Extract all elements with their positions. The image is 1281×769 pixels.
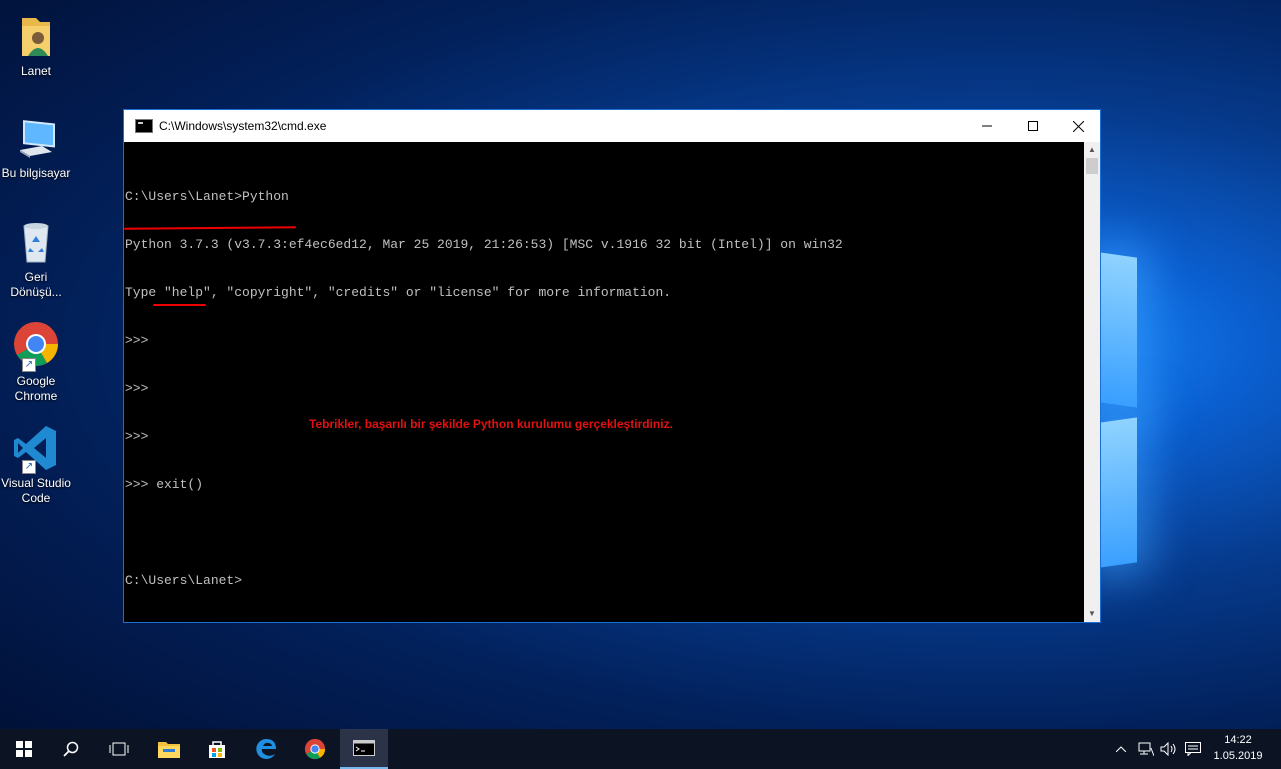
network-icon <box>1138 742 1154 756</box>
notification-icon <box>1185 742 1201 756</box>
desktop-icon-user-folder[interactable]: Lanet <box>0 12 72 79</box>
clock-time: 14:22 <box>1224 734 1252 746</box>
store-icon <box>209 741 225 758</box>
start-button[interactable] <box>0 729 48 769</box>
chrome-icon: ↗ <box>12 322 60 372</box>
console-line: Type "help", "copyright", "credits" or "… <box>125 285 672 300</box>
desktop-icon-recycle-bin[interactable]: Geri Dönüşü... <box>0 218 72 300</box>
desktop-icon-label: Lanet <box>20 64 52 78</box>
computer-icon <box>12 114 60 162</box>
desktop-icon-chrome[interactable]: ↗ Google Chrome <box>0 322 72 404</box>
window-title: C:\Windows\system32\cmd.exe <box>159 119 327 133</box>
vertical-scrollbar[interactable]: ▲ ▼ <box>1084 142 1100 622</box>
scroll-up-icon[interactable]: ▲ <box>1084 142 1100 158</box>
desktop-icon-label: Google Chrome <box>14 374 58 403</box>
show-hidden-icons-button[interactable] <box>1112 729 1130 769</box>
cmd-window[interactable]: C:\Windows\system32\cmd.exe C:\Users\Lan… <box>123 109 1101 623</box>
taskbar: 14:22 1.05.2019 <box>0 729 1281 769</box>
taskbar-store[interactable] <box>193 729 241 769</box>
success-annotation: Tebrikler, başarılı bir şekilde Python k… <box>309 417 673 431</box>
user-folder-icon <box>12 12 60 60</box>
chevron-up-icon <box>1116 746 1126 752</box>
console-line: Python 3.7.3 (v3.7.3:ef4ec6ed12, Mar 25 … <box>125 237 843 252</box>
close-icon <box>1072 120 1084 132</box>
search-icon <box>63 741 79 757</box>
chrome-icon <box>304 738 326 760</box>
volume-icon <box>1160 742 1176 756</box>
network-button[interactable] <box>1134 729 1158 769</box>
maximize-icon <box>1028 121 1038 131</box>
console-line: >>> <box>125 381 149 396</box>
windows-logo-wallpaper <box>1100 252 1140 568</box>
action-center-button[interactable] <box>1182 729 1204 769</box>
taskbar-clock[interactable]: 14:22 1.05.2019 <box>1208 732 1268 764</box>
vscode-icon: ↗ <box>12 424 60 474</box>
shortcut-arrow-icon: ↗ <box>22 460 36 474</box>
cmd-icon <box>353 740 375 756</box>
console-line: C:\Users\Lanet>Python <box>125 189 289 204</box>
console-output[interactable]: C:\Users\Lanet>Python Python 3.7.3 (v3.7… <box>123 142 1084 622</box>
exit-underline-annotation <box>153 304 206 306</box>
version-underline-annotation <box>123 226 297 230</box>
taskbar-file-explorer[interactable] <box>145 729 193 769</box>
minimize-icon <box>982 125 992 127</box>
console-line: >>> exit() <box>125 477 204 492</box>
windows-start-icon <box>16 741 32 757</box>
clock-date: 1.05.2019 <box>1213 750 1263 762</box>
desktop-icon-label: Geri Dönüşü... <box>10 270 62 299</box>
task-view-icon <box>109 742 129 756</box>
scroll-down-icon[interactable]: ▼ <box>1084 606 1100 622</box>
file-explorer-icon <box>158 742 180 758</box>
desktop-icon-vscode[interactable]: ↗ Visual Studio Code <box>0 424 72 506</box>
task-view-button[interactable] <box>95 729 143 769</box>
recycle-bin-icon <box>12 218 60 266</box>
console-line: C:\Users\Lanet> <box>125 573 243 588</box>
taskbar-edge[interactable] <box>242 729 290 769</box>
console-line: >>> <box>125 333 149 348</box>
shortcut-arrow-icon: ↗ <box>22 358 36 372</box>
taskbar-chrome[interactable] <box>291 729 339 769</box>
maximize-button[interactable] <box>1010 110 1056 142</box>
desktop-icon-label: Visual Studio Code <box>1 476 71 505</box>
desktop-icon-label: Bu bilgisayar <box>1 166 71 180</box>
minimize-button[interactable] <box>964 110 1010 142</box>
window-titlebar[interactable]: C:\Windows\system32\cmd.exe <box>124 110 1100 142</box>
volume-button[interactable] <box>1158 729 1180 769</box>
taskbar-cmd-active[interactable] <box>340 729 388 769</box>
close-button[interactable] <box>1055 110 1101 142</box>
desktop-icon-this-pc[interactable]: Bu bilgisayar <box>0 114 72 181</box>
scroll-thumb[interactable] <box>1086 158 1098 174</box>
edge-icon <box>256 739 276 759</box>
cmd-icon <box>135 119 153 133</box>
search-button[interactable] <box>47 729 95 769</box>
